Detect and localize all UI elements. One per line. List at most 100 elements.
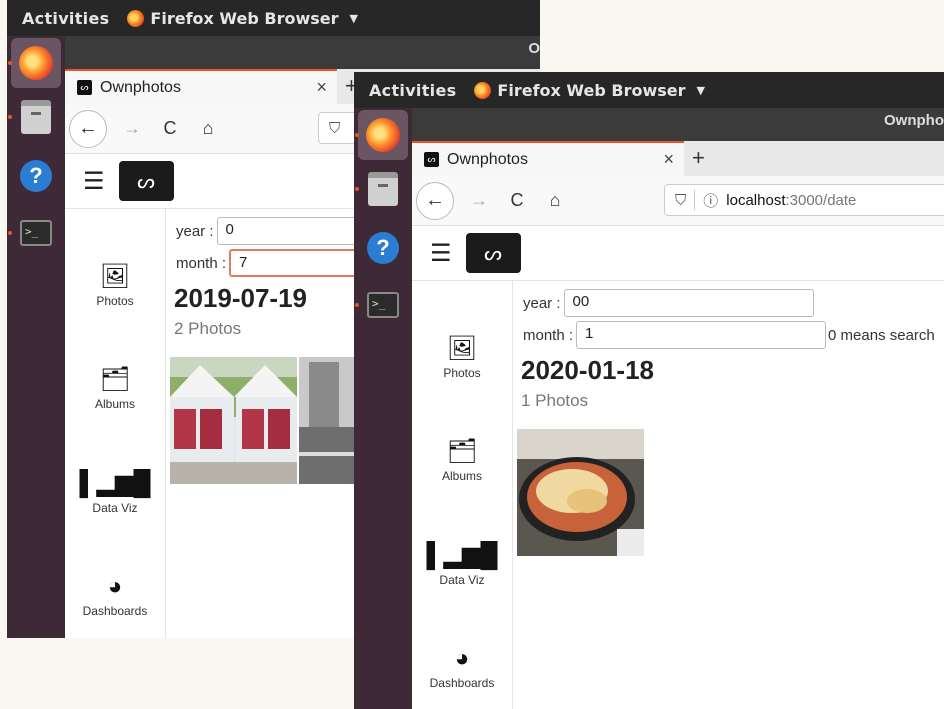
ownphotos-favicon: ᔕ (77, 80, 92, 95)
window-titlebar: Ownpho (412, 108, 944, 141)
home-button[interactable]: ⌂ (542, 190, 568, 211)
firefox-icon (127, 9, 145, 27)
dock-terminal[interactable]: >_ (355, 280, 408, 330)
files-icon (368, 172, 398, 206)
bar-chart-icon: ▌▂▆█ (426, 542, 498, 569)
dock-terminal[interactable]: >_ (8, 208, 61, 258)
url-path: :3000/date (785, 191, 857, 209)
sidebar-item-label: Dashboards (82, 604, 148, 618)
dock-help[interactable]: ? (11, 151, 61, 201)
dashboard-gauge-icon: ◕ (107, 573, 123, 600)
sidebar: 🖼 Photos 🗂 Albums ▌▂▆█ Data Viz ◕ Dashbo… (65, 209, 166, 638)
street-photo-image (299, 357, 359, 484)
photo-thumbnail[interactable] (170, 357, 297, 484)
firefox-window: ᔕ Ownphotos × + ← → C ⌂ ⛉ ⓘ localhost:30… (412, 141, 944, 709)
window-titlebar: O (65, 36, 540, 69)
month-label: month : (176, 254, 227, 272)
photo-count: 2 Photos (174, 319, 242, 338)
reload-button[interactable]: C (157, 118, 183, 139)
window-title: Ownpho (884, 112, 944, 129)
month-label: month : (523, 326, 574, 344)
image-icon: 🖼 (446, 335, 478, 362)
date-group-heading: 2019-07-19 (174, 283, 307, 313)
firefox-icon (474, 81, 492, 99)
app-menu[interactable]: Firefox Web Browser ▼ (127, 9, 358, 28)
running-indicator (355, 133, 359, 137)
photo-count: 1 Photos (521, 391, 589, 410)
back-button[interactable]: ← (416, 181, 454, 220)
sidebar-item-albums[interactable]: 🗂 Albums (412, 439, 512, 484)
home-button[interactable]: ⌂ (195, 118, 221, 139)
app-header: ☰ ᔕ (412, 226, 944, 281)
sidebar-item-dataviz[interactable]: ▌▂▆█ Data Viz (65, 470, 165, 516)
sidebar-item-photos[interactable]: 🖼 Photos (412, 335, 512, 381)
sidebar-item-albums[interactable]: 🗂 Albums (65, 366, 165, 412)
year-filter: year : 00 (523, 289, 814, 317)
sidebar-item-label: Albums (441, 469, 482, 483)
dock: ? >_ (7, 36, 65, 638)
reload-button[interactable]: C (504, 190, 530, 211)
tab-ownphotos[interactable]: ᔕ Ownphotos × (412, 141, 684, 176)
nav-toolbar: ← → C ⌂ ⛉ ⓘ localhost:3000/date (412, 176, 944, 226)
month-input[interactable]: 1 (576, 321, 827, 349)
back-button[interactable]: ← (69, 109, 107, 148)
dock-firefox[interactable] (355, 110, 408, 160)
pan-food-photo-image (517, 429, 644, 556)
tab-ownphotos[interactable]: ᔕ Ownphotos × (65, 69, 337, 104)
help-icon: ? (20, 160, 52, 192)
date-group-heading: 2020-01-18 (521, 355, 654, 385)
forward-button[interactable]: → (119, 118, 145, 139)
info-icon: ⓘ (703, 192, 719, 210)
sidebar-item-dataviz[interactable]: ▌▂▆█ Data Viz (412, 542, 512, 588)
hamburger-menu-icon[interactable]: ☰ (430, 239, 452, 268)
url-bar[interactable]: ⛉ ⓘ localhost:3000/date (664, 184, 944, 216)
running-indicator (355, 303, 359, 307)
gnome-top-bar: Activities Firefox Web Browser ▼ (354, 72, 944, 108)
running-indicator (8, 61, 12, 65)
activities-button[interactable]: Activities (22, 9, 109, 28)
app-menu-label: Firefox Web Browser (497, 80, 686, 100)
hamburger-menu-icon[interactable]: ☰ (83, 167, 105, 196)
sidebar-item-label: Photos (96, 294, 134, 308)
chevron-down-icon: ▼ (696, 83, 705, 97)
tab-strip: ᔕ Ownphotos × + (412, 141, 944, 176)
help-icon: ? (367, 232, 399, 264)
activities-button[interactable]: Activities (369, 81, 456, 100)
forward-button[interactable]: → (466, 190, 492, 211)
running-indicator (8, 231, 12, 235)
dock-files[interactable] (8, 92, 61, 142)
dashboard-gauge-icon: ◕ (454, 645, 470, 672)
window-title: O (528, 40, 540, 57)
close-tab-icon[interactable]: × (663, 149, 674, 170)
main-content: year : 00 month : 1 0 means search 2020-… (513, 281, 944, 709)
sidebar-item-dashboards[interactable]: ◕ Dashboards (65, 573, 165, 619)
dock-firefox[interactable] (8, 38, 61, 88)
running-indicator (8, 115, 12, 119)
ownphotos-favicon: ᔕ (424, 152, 439, 167)
shield-icon: ⛉ (675, 191, 687, 209)
dock-files[interactable] (355, 164, 408, 214)
close-tab-icon[interactable]: × (316, 77, 327, 98)
new-tab-button[interactable]: + (692, 145, 705, 171)
albums-icon: 🗂 (99, 366, 131, 393)
ownphotos-logo[interactable]: ᔕ (118, 161, 174, 201)
bar-chart-icon: ▌▂▆█ (79, 470, 151, 497)
url-host: localhost (726, 191, 786, 209)
url-separator (694, 190, 696, 210)
app-menu[interactable]: Firefox Web Browser ▼ (474, 81, 705, 100)
chevron-down-icon: ▼ (349, 11, 358, 25)
photo-thumbnail[interactable] (517, 429, 644, 556)
ownphotos-logo[interactable]: ᔕ (465, 233, 521, 273)
terminal-icon: >_ (367, 292, 399, 318)
year-label: year : (523, 294, 561, 312)
image-icon: 🖼 (99, 263, 131, 290)
dock-help[interactable]: ? (358, 223, 408, 273)
sidebar-item-photos[interactable]: 🖼 Photos (65, 263, 165, 309)
year-label: year : (176, 222, 214, 240)
photo-thumbnail[interactable] (299, 357, 359, 484)
year-input[interactable]: 00 (563, 289, 814, 317)
month-filter: month : 1 0 means search (523, 321, 935, 349)
sidebar-item-dashboards[interactable]: ◕ Dashboards (412, 645, 512, 691)
sidebar-item-label: Albums (94, 397, 135, 411)
app-menu-label: Firefox Web Browser (150, 8, 339, 28)
